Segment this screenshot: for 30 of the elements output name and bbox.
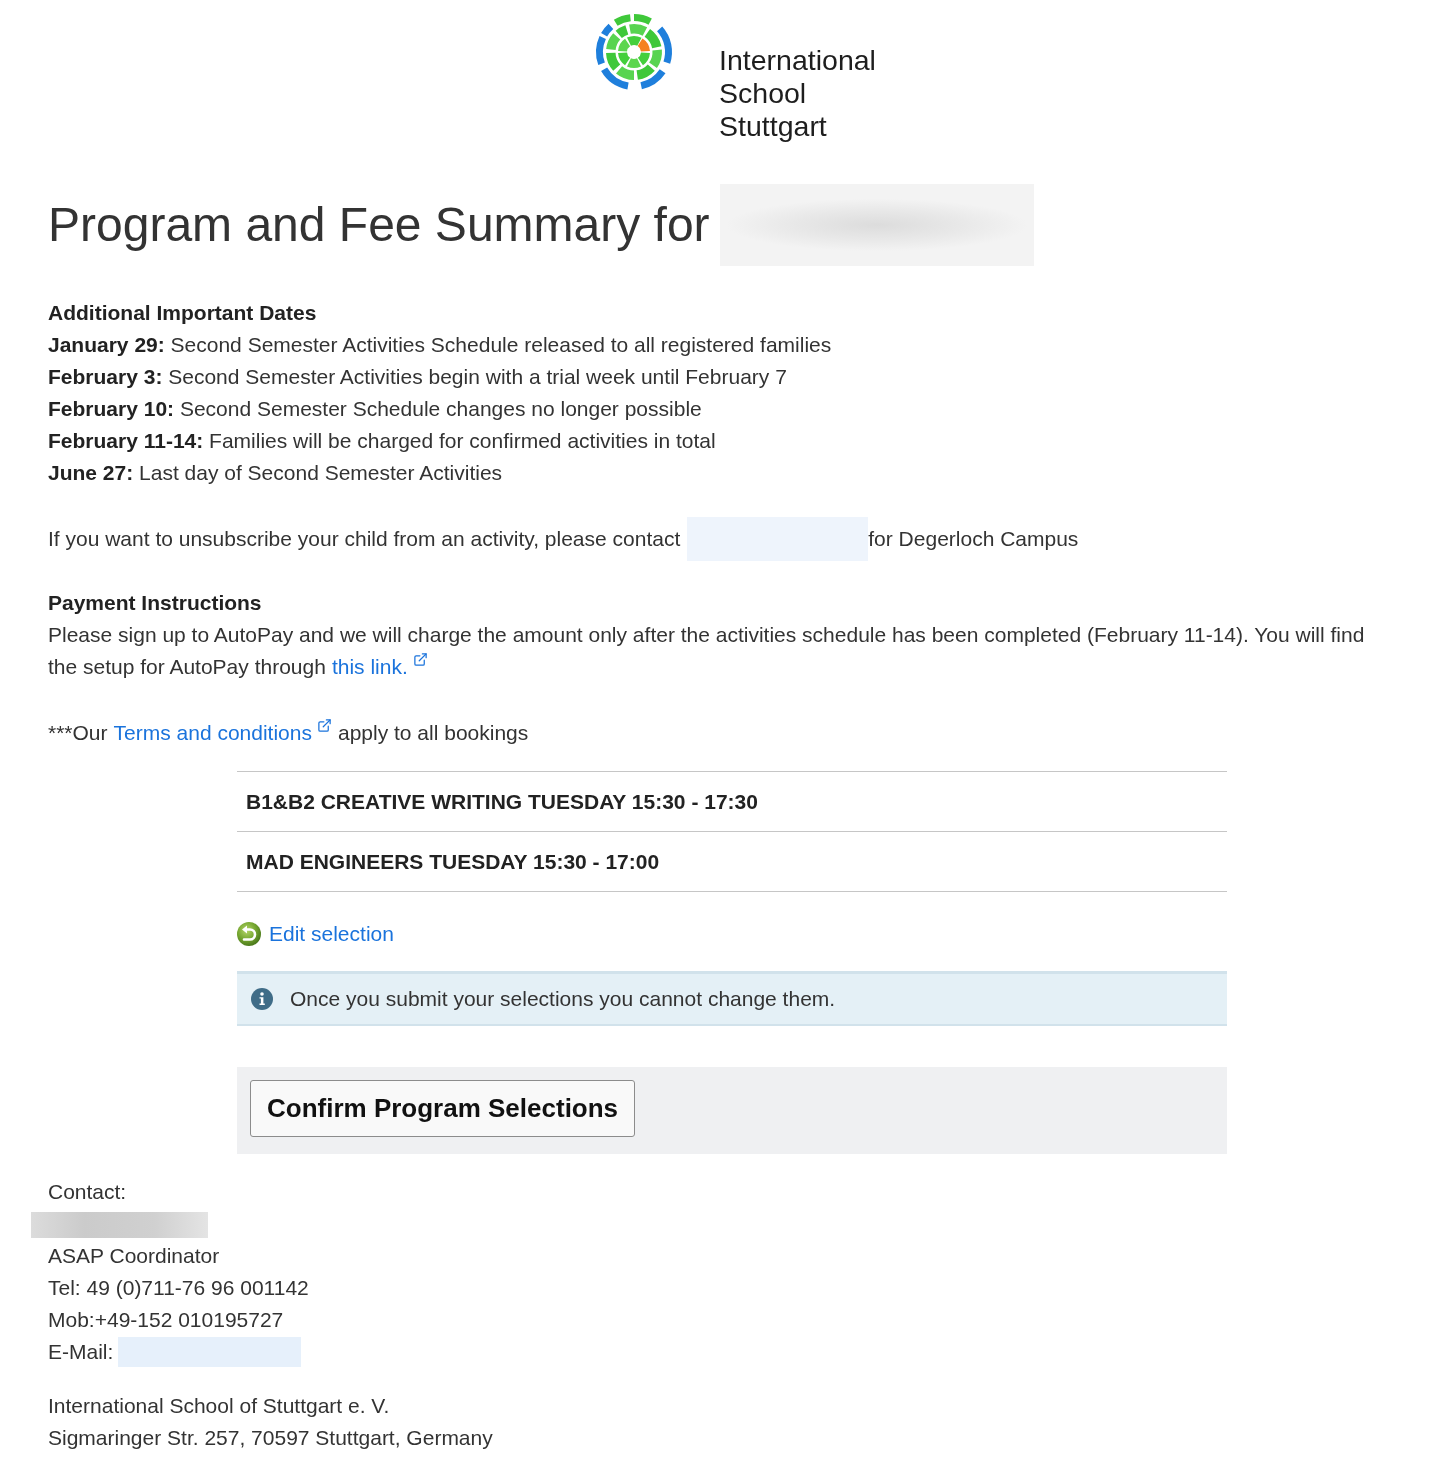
info-icon bbox=[251, 988, 273, 1010]
contact-line: ASAP Coordinator bbox=[48, 1243, 221, 1269]
section-heading: Payment Instructions bbox=[48, 590, 263, 616]
alert-text: Once you submit your selections you cannot change them. bbox=[290, 986, 836, 1012]
edit-selection-link[interactable]: Edit selection bbox=[269, 918, 394, 950]
contact-line: Mob:+49-152 010195727 bbox=[48, 1307, 285, 1333]
address-line: Sigmaringer Str. 257, 70597 Stuttgart, Germany bbox=[48, 1425, 494, 1451]
setup-link[interactable]: this link. bbox=[331, 655, 408, 678]
terms-link[interactable]: Terms and conditions bbox=[113, 721, 312, 744]
terms-text: ***Our Terms and conditions apply to all bookings bbox=[48, 717, 1402, 749]
confirm-button[interactable]: Confirm Program Selections bbox=[250, 1080, 636, 1137]
campus-text: for Degerloch Campus bbox=[868, 526, 1079, 552]
date-item: February 11-14: Families will be charged for confirmed activities in total bbox=[48, 428, 717, 454]
payment-paragraph: Please sign up to AutoPay and we will charge the amount only after the activities schedule has been completed (February 11-14). You will find the setup for AutoPay through this link. bbox=[48, 622, 1366, 680]
page-title: Program and Fee Summary for bbox=[48, 197, 710, 253]
date-item: January 29: Second Semester Activities Schedule released to all registered families bbox=[48, 332, 833, 358]
activity-title: B1&B2 CREATIVE WRITING TUESDAY 15:30 - 17:30 bbox=[246, 788, 758, 815]
date-item: June 27: Last day of Second Semester Activities bbox=[48, 460, 504, 486]
contact-label: Contact: bbox=[48, 1179, 128, 1205]
contact-line: Tel: 49 (0)711-76 96 001142 bbox=[48, 1275, 310, 1301]
address-line: International School of Stuttgart e. V. bbox=[48, 1393, 391, 1419]
external-link-icon bbox=[412, 652, 428, 667]
external-link-icon bbox=[316, 718, 332, 733]
email-label: E-Mail: bbox=[48, 1339, 114, 1365]
date-item: February 3: Second Semester Activities begin with a trial week until February 7 bbox=[48, 364, 788, 390]
activity-title: MAD ENGINEERS TUESDAY 15:30 - 17:00 bbox=[246, 848, 660, 875]
date-item: February 10: Second Semester Schedule changes no longer possible bbox=[48, 396, 703, 422]
section-heading: Additional Important Dates bbox=[48, 300, 318, 326]
unsubscribe-text: If you want to unsubscribe your child from an activity, please contact bbox=[48, 526, 681, 552]
logo-text: International School Stuttgart bbox=[719, 44, 876, 144]
